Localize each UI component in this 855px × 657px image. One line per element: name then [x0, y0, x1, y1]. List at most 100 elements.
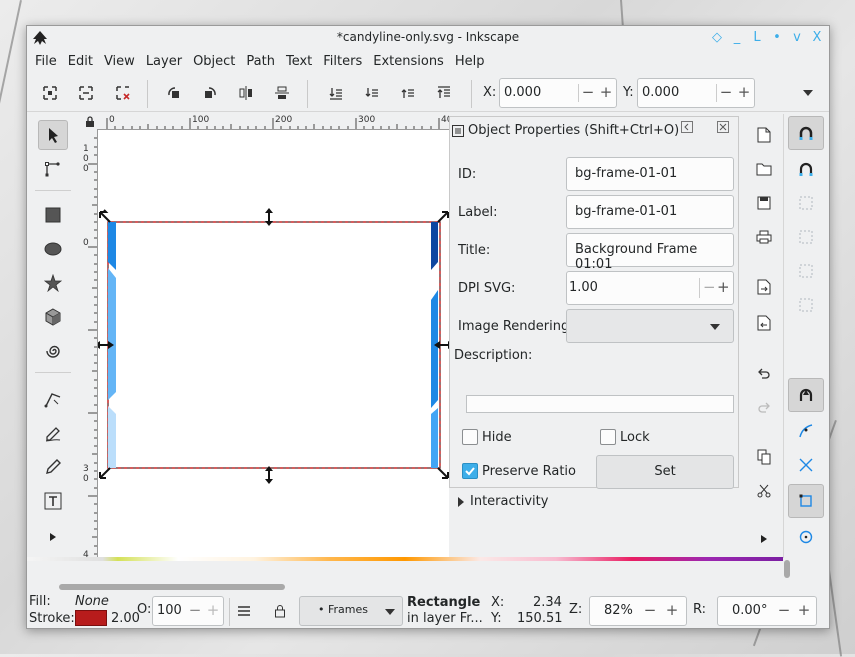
menu-extensions[interactable]: Extensions	[373, 54, 453, 69]
x-increment-button[interactable]: +	[596, 83, 616, 101]
toolbox-more-icon[interactable]	[38, 522, 68, 552]
opacity-input[interactable]: 100 − +	[152, 596, 224, 626]
vertical-ruler[interactable]: 1 0 0 0 3 0 4	[82, 130, 98, 560]
title-input[interactable]: Background Frame 01:01	[566, 233, 734, 272]
panel-iconify-icon[interactable]	[680, 121, 694, 135]
y-increment-button[interactable]: +	[734, 83, 754, 101]
toggle-layer-visibility-icon[interactable]	[231, 598, 257, 624]
color-palette[interactable]	[27, 557, 783, 561]
spiral-tool-icon[interactable]	[38, 336, 68, 366]
zoom-out-button[interactable]: −	[640, 601, 660, 619]
undo-icon[interactable]	[751, 360, 777, 386]
star-tool-icon[interactable]	[38, 268, 68, 298]
sticky-button[interactable]: •	[769, 29, 785, 45]
snap-bbox-icon[interactable]	[793, 156, 819, 182]
shade-button[interactable]: L	[749, 29, 765, 45]
snap-bbox-centers-icon[interactable]	[793, 292, 819, 318]
rotate-ccw-icon[interactable]	[163, 82, 185, 104]
deselect-icon[interactable]	[112, 82, 134, 104]
redo-icon[interactable]	[751, 394, 777, 420]
import-icon[interactable]	[751, 274, 777, 300]
zoom-input[interactable]: 82% − +	[589, 596, 687, 626]
cut-icon[interactable]	[751, 478, 777, 504]
menu-object[interactable]: Object	[193, 54, 244, 69]
snap-others-icon[interactable]	[788, 484, 824, 518]
snap-bbox-edges-icon[interactable]	[793, 190, 819, 216]
rotate-ccw-button[interactable]: −	[774, 601, 794, 619]
rotate-cw-icon[interactable]	[199, 82, 221, 104]
text-tool-icon[interactable]	[38, 486, 68, 516]
commands-more-icon[interactable]	[751, 526, 777, 552]
3d-box-tool-icon[interactable]	[38, 302, 68, 332]
lower-to-bottom-icon[interactable]	[325, 82, 347, 104]
flip-horizontal-icon[interactable]	[235, 82, 257, 104]
close-button[interactable]: X	[809, 29, 825, 45]
keep-above-icon[interactable]: ◇	[709, 29, 725, 45]
menu-view[interactable]: View	[104, 54, 144, 69]
x-coordinate-input[interactable]: 0.000 − +	[499, 78, 617, 108]
bezier-tool-icon[interactable]	[38, 384, 68, 414]
menu-edit[interactable]: Edit	[68, 54, 102, 69]
panel-close-icon[interactable]	[716, 121, 730, 135]
guide-lock-icon[interactable]	[82, 114, 97, 130]
current-layer-select[interactable]: • Frames	[299, 596, 403, 626]
snap-intersections-icon[interactable]	[793, 452, 819, 478]
fill-indicator[interactable]: None	[75, 594, 109, 609]
interactivity-expander[interactable]: Interactivity	[470, 494, 548, 509]
opacity-increment-button[interactable]: +	[203, 601, 223, 619]
drawing-canvas[interactable]	[98, 130, 449, 560]
snap-nodes-icon[interactable]	[788, 378, 824, 412]
save-icon[interactable]	[751, 190, 777, 216]
rotation-input[interactable]: 0.00° − +	[717, 596, 817, 626]
enable-snapping-icon[interactable]	[788, 116, 824, 150]
node-tool-icon[interactable]	[38, 154, 68, 184]
print-icon[interactable]	[751, 224, 777, 250]
menu-text[interactable]: Text	[286, 54, 321, 69]
minimize-button[interactable]: _	[729, 29, 745, 45]
select-all-icon[interactable]	[39, 82, 61, 104]
opacity-decrement-button[interactable]: −	[185, 601, 205, 619]
rectangle-tool-icon[interactable]	[38, 200, 68, 230]
y-decrement-button[interactable]: −	[716, 83, 736, 101]
set-button[interactable]: Set	[596, 455, 734, 489]
horizontal-scrollbar[interactable]	[27, 581, 829, 593]
stroke-color-swatch[interactable]	[75, 610, 107, 626]
toggle-layer-lock-icon[interactable]	[267, 598, 293, 624]
menu-layer[interactable]: Layer	[146, 54, 191, 69]
select-all-layers-icon[interactable]	[75, 82, 97, 104]
snap-centers-icon[interactable]	[793, 524, 819, 550]
zoom-in-button[interactable]: +	[662, 601, 682, 619]
lower-icon[interactable]	[361, 82, 383, 104]
raise-icon[interactable]	[397, 82, 419, 104]
flip-vertical-icon[interactable]	[271, 82, 293, 104]
ellipse-tool-icon[interactable]	[38, 234, 68, 264]
description-textarea[interactable]	[466, 395, 734, 413]
new-document-icon[interactable]	[751, 122, 777, 148]
selector-tool-icon[interactable]	[38, 120, 68, 150]
snap-paths-icon[interactable]	[793, 418, 819, 444]
title-bar[interactable]: *candyline-only.svg - Inkscape ◇ _ L • v…	[27, 26, 829, 50]
menu-file[interactable]: File	[35, 54, 66, 69]
open-folder-icon[interactable]	[751, 156, 777, 182]
preserve-ratio-checkbox[interactable]	[462, 463, 478, 479]
rotate-cw-button[interactable]: +	[794, 601, 814, 619]
x-decrement-button[interactable]: −	[578, 83, 598, 101]
menu-help[interactable]: Help	[455, 54, 494, 69]
menu-path[interactable]: Path	[246, 54, 284, 69]
menu-filters[interactable]: Filters	[323, 54, 371, 69]
raise-to-top-icon[interactable]	[433, 82, 455, 104]
image-rendering-select[interactable]	[566, 309, 734, 343]
stroke-width-value[interactable]: 2.00	[111, 611, 140, 626]
calligraphy-tool-icon[interactable]	[38, 418, 68, 448]
hide-checkbox[interactable]	[462, 429, 478, 445]
snap-bbox-midpoints-icon[interactable]	[793, 258, 819, 284]
dpi-decrement-button[interactable]: −	[703, 278, 716, 296]
export-icon[interactable]	[751, 310, 777, 336]
expander-arrow-icon[interactable]	[458, 497, 464, 507]
lock-checkbox[interactable]	[600, 429, 616, 445]
dpi-input[interactable]: 1.00 − +	[566, 271, 734, 305]
horizontal-scroll-thumb[interactable]	[59, 584, 285, 590]
id-input[interactable]: bg-frame-01-01	[566, 157, 734, 191]
y-coordinate-input[interactable]: 0.000 − +	[637, 78, 755, 108]
maximize-button[interactable]: v	[789, 29, 805, 45]
